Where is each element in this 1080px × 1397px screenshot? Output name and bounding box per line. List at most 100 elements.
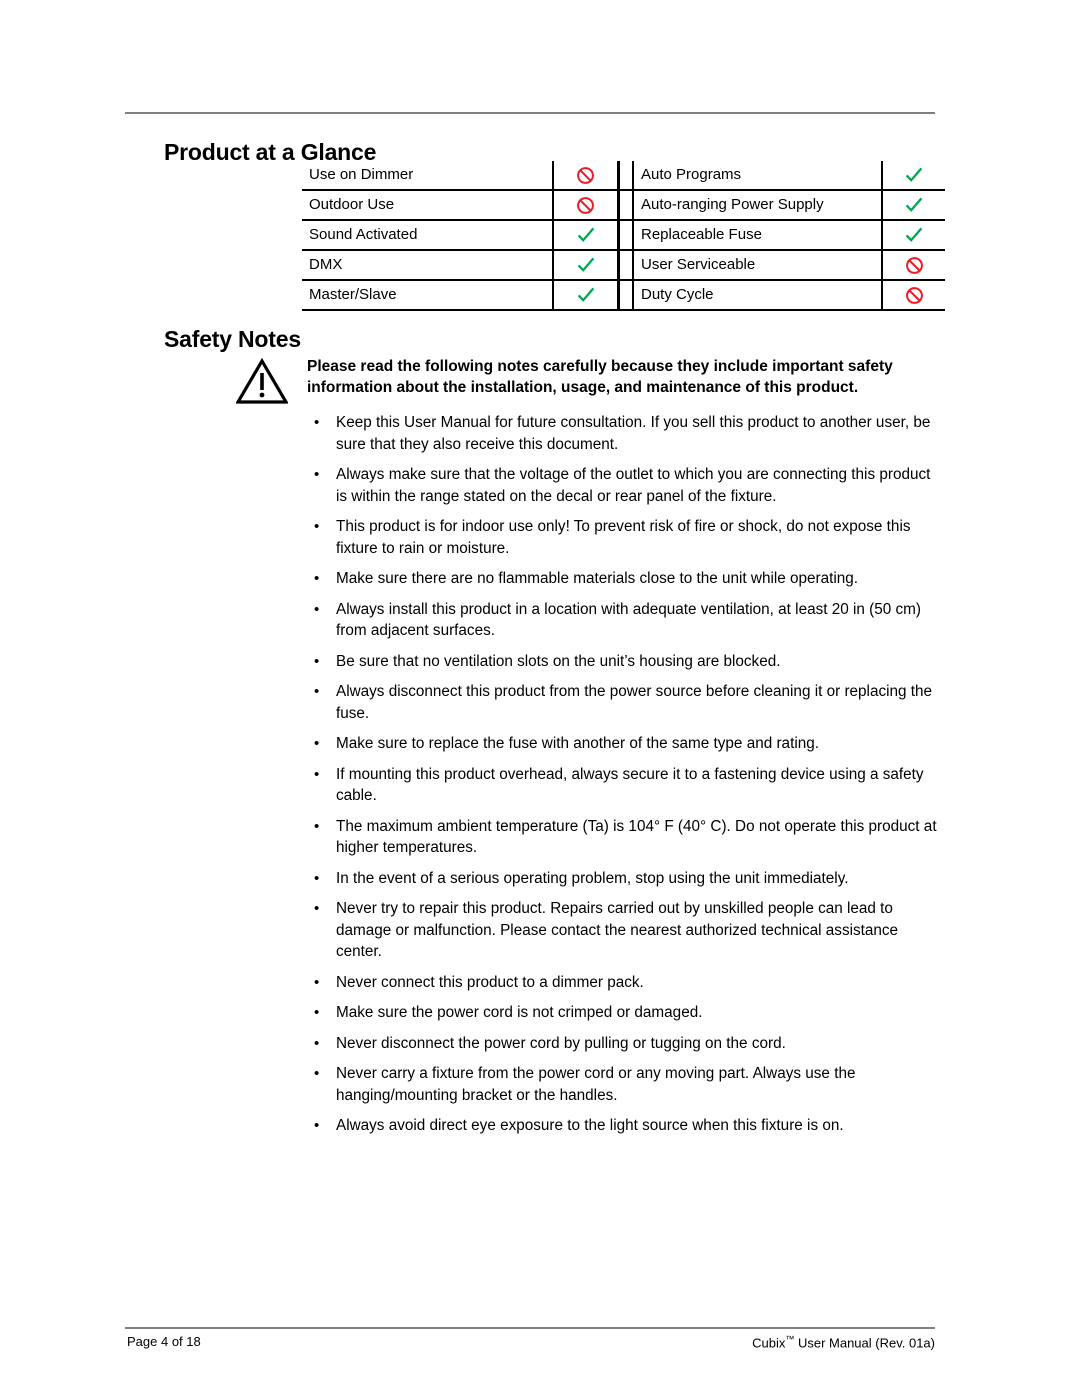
feature-label-right: User Serviceable — [633, 249, 882, 280]
bullet-glyph: • — [314, 817, 320, 835]
page-title-safety-notes: Safety Notes — [164, 326, 301, 353]
table-row: Use on Dimmer Auto Programs — [302, 161, 945, 190]
safety-notes-list: • Keep this User Manual for future consul… — [300, 412, 940, 1146]
check-icon — [904, 195, 924, 215]
bullet-glyph: • — [314, 518, 320, 535]
header-divider — [125, 112, 935, 114]
bullet-glyph: • — [314, 1117, 320, 1134]
bullet-glyph: • — [314, 652, 320, 670]
footer-manual-suffix: User Manual (Rev. 01a) — [794, 1335, 935, 1351]
safety-note-text: Never disconnect the power cord by pulli… — [336, 1034, 786, 1052]
check-icon — [576, 255, 596, 275]
feature-label-right: Auto-ranging Power Supply — [633, 189, 882, 220]
footer-manual-name: Cubix — [752, 1335, 786, 1351]
feature-mark-left — [552, 189, 619, 220]
table-row: Outdoor Use Auto-ranging Power Supply — [302, 189, 945, 220]
safety-note-text: Always install this product in a locatio… — [336, 600, 921, 640]
safety-note-item: • Make sure to replace the fuse with anot… — [300, 733, 940, 755]
feature-label-right: Duty Cycle — [633, 279, 882, 311]
table-body: Use on Dimmer Auto Programs Outdoor Use Aut… — [302, 161, 945, 311]
safety-note-item: • Never disconnect the power cord by pull… — [300, 1033, 940, 1055]
bullet-glyph: • — [314, 973, 320, 991]
safety-note-text: Always avoid direct eye exposure to the … — [336, 1117, 844, 1134]
feature-label-right: Auto Programs — [641, 166, 742, 183]
feature-mark-right — [881, 249, 945, 280]
prohibited-icon — [905, 256, 924, 275]
safety-note-item: • In the event of a serious operating pro… — [300, 868, 940, 890]
bullet-glyph: • — [314, 1065, 320, 1082]
safety-note-item: • Make sure there are no flammable materi… — [300, 568, 940, 590]
feature-mark-right — [881, 279, 945, 311]
feature-mark-left — [552, 249, 619, 280]
bullet-glyph: • — [314, 869, 320, 887]
warning-triangle-icon — [235, 357, 289, 404]
feature-label-left: Use on Dimmer — [309, 166, 414, 183]
bullet-glyph: • — [314, 900, 320, 917]
safety-note-text: Make sure the power cord is not crimped … — [336, 1004, 703, 1021]
table-row: Sound Activated Replaceable Fuse — [302, 219, 945, 250]
table-column-divider — [617, 279, 634, 311]
feature-mark-right — [881, 161, 945, 190]
feature-label-left: Outdoor Use — [302, 189, 553, 220]
bullet-glyph: • — [314, 1004, 320, 1021]
safety-note-text: Always make sure that the voltage of the… — [336, 466, 931, 505]
feature-label-right: Replaceable Fuse — [633, 219, 882, 250]
safety-note-item: • Be sure that no ventilation slots on th… — [300, 651, 940, 673]
feature-mark-right — [881, 189, 945, 220]
table-row: DMX User Serviceable — [302, 249, 945, 280]
safety-note-item: • Make sure the power cord is not crimped… — [300, 1002, 940, 1024]
safety-note-text: The maximum ambient temperature (Ta) is … — [336, 817, 937, 857]
footer-divider — [125, 1327, 935, 1329]
safety-note-text: This product is for indoor use only! To … — [336, 518, 911, 557]
safety-note-text: Make sure to replace the fuse with anoth… — [336, 735, 819, 752]
bullet-glyph: • — [314, 600, 320, 618]
feature-mark-left — [552, 219, 619, 250]
footer-manual-title: Cubix™ User Manual (Rev. 01a) — [752, 1334, 935, 1350]
check-icon — [576, 225, 596, 245]
safety-note-item: • Always install this product in a locati… — [300, 599, 940, 642]
bullet-glyph: • — [314, 414, 320, 431]
table-column-divider — [617, 189, 634, 220]
prohibited-icon — [576, 166, 595, 185]
safety-note-text: Never carry a fixture from the power cor… — [336, 1065, 856, 1104]
check-icon — [576, 285, 596, 305]
document-page: Product at a Glance Use on Dimmer Auto Pr… — [0, 0, 1080, 1397]
feature-label-left: Sound Activated — [302, 219, 553, 250]
safety-note-item: • This product is for indoor use only! To… — [300, 516, 940, 559]
safety-note-item: • If mounting this product overhead, alwa… — [300, 764, 940, 807]
feature-mark-left — [552, 161, 619, 190]
safety-note-item: • Keep this User Manual for future consul… — [300, 412, 940, 455]
safety-warning-text: Please read the following notes carefull… — [307, 358, 893, 396]
safety-note-text: Always disconnect this product from the … — [336, 683, 933, 722]
bullet-glyph: • — [314, 765, 320, 783]
check-icon — [904, 165, 924, 185]
safety-note-text: Never connect this product to a dimmer p… — [336, 973, 644, 991]
bullet-glyph: • — [314, 1034, 320, 1052]
prohibited-icon — [905, 286, 924, 305]
feature-mark-right — [881, 219, 945, 250]
bullet-glyph: • — [314, 735, 320, 752]
safety-note-text: Keep this User Manual for future consult… — [336, 414, 931, 453]
safety-note-item: • Never connect this product to a dimmer … — [300, 972, 940, 994]
prohibited-icon — [576, 196, 595, 215]
safety-note-item: • Always make sure that the voltage of th… — [300, 464, 940, 507]
bullet-glyph: • — [314, 570, 320, 587]
safety-note-text: Be sure that no ventilation slots on the… — [336, 652, 781, 670]
product-at-a-glance-table: Use on Dimmer Auto Programs Outdoor Use Aut… — [302, 161, 945, 311]
safety-note-item: • Never carry a fixture from the power co… — [300, 1063, 940, 1106]
bullet-glyph: • — [314, 466, 320, 483]
bullet-glyph: • — [314, 683, 320, 700]
safety-note-text: Make sure there are no flammable materia… — [336, 570, 859, 587]
safety-note-item: • Always disconnect this product from the… — [300, 681, 940, 724]
feature-label-left: Master/Slave — [302, 279, 553, 311]
feature-label-left: DMX — [302, 249, 553, 280]
trademark-symbol: ™ — [785, 1334, 795, 1344]
safety-note-item: • Never try to repair this product. Repai… — [300, 898, 940, 963]
safety-note-text: In the event of a serious operating prob… — [336, 869, 849, 887]
check-icon — [904, 225, 924, 245]
safety-note-item: • Always avoid direct eye exposure to the… — [300, 1115, 940, 1137]
table-column-divider — [617, 249, 634, 280]
footer-page-number: Page 4 of 18 — [127, 1334, 201, 1349]
safety-note-text: Never try to repair this product. Repair… — [336, 900, 899, 960]
safety-note-item: • The maximum ambient temperature (Ta) is… — [300, 816, 940, 859]
